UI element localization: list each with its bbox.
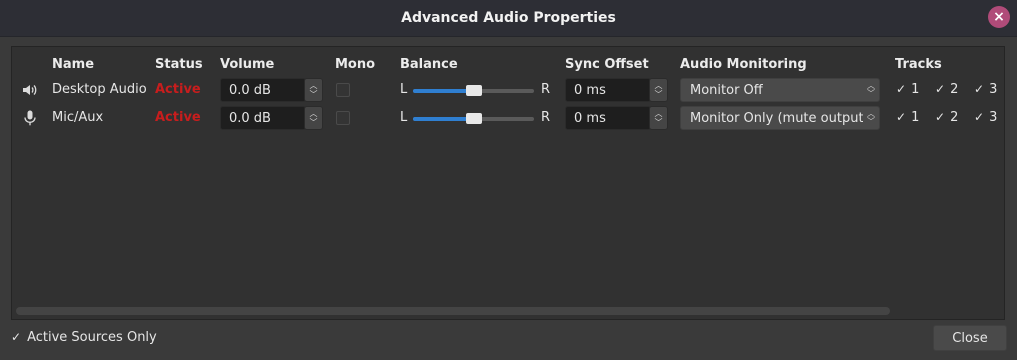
chevron-down-icon[interactable]: ﹀: [310, 90, 318, 99]
checkmark-icon: ✓: [896, 82, 907, 96]
volume-input[interactable]: 0.0 dB: [220, 78, 306, 102]
horizontal-scrollbar[interactable]: [16, 307, 890, 315]
mono-checkbox[interactable]: [336, 111, 350, 125]
chevron-down-icon[interactable]: ﹀: [655, 90, 663, 99]
checkmark-icon: ✓: [11, 330, 22, 344]
track-checkbox-1[interactable]: ✓ 1: [896, 82, 919, 97]
audio-monitoring-select[interactable]: Monitor Off ︿ ﹀: [680, 78, 880, 102]
speaker-icon: [23, 85, 37, 95]
sync-offset-value: 0 ms: [574, 82, 606, 98]
updown-chevron-icon: ︿ ﹀: [867, 81, 875, 98]
track-label: 1: [911, 82, 920, 97]
title-bar: Advanced Audio Properties ×: [0, 0, 1017, 37]
active-sources-only-checkbox[interactable]: ✓ Active Sources Only: [11, 330, 157, 345]
chevron-down-icon[interactable]: ﹀: [655, 118, 663, 127]
balance-slider-fill: [413, 89, 474, 93]
source-name: Desktop Audio: [52, 82, 147, 97]
balance-left-label: L: [400, 82, 408, 97]
chevron-down-icon[interactable]: ﹀: [310, 118, 318, 127]
balance-slider-handle[interactable]: [465, 85, 482, 96]
window-title: Advanced Audio Properties: [401, 10, 616, 26]
track-checkbox-3[interactable]: ✓ 3: [974, 110, 997, 125]
track-checkbox-2[interactable]: ✓ 2: [935, 110, 958, 125]
header-sync-offset: Sync Offset: [565, 57, 649, 72]
header-mono: Mono: [335, 57, 376, 72]
header-volume: Volume: [220, 57, 275, 72]
active-sources-only-label: Active Sources Only: [27, 330, 157, 345]
track-checkbox-1[interactable]: ✓ 1: [896, 110, 919, 125]
microphone-icon: [24, 110, 36, 126]
volume-value: 0.0 dB: [229, 82, 271, 98]
source-row-desktop-audio: Desktop Audio Active 0.0 dB ︿ ﹀ L R 0 ms…: [12, 77, 1002, 103]
chevron-up-icon[interactable]: ︿: [310, 81, 318, 90]
header-name: Name: [52, 57, 95, 72]
volume-input[interactable]: 0.0 dB: [220, 106, 306, 130]
balance-left-label: L: [400, 110, 408, 125]
checkmark-icon: ✓: [896, 110, 907, 124]
header-tracks: Tracks: [895, 57, 942, 72]
sync-offset-stepper[interactable]: ︿ ﹀: [649, 106, 668, 130]
track-label: 1: [911, 110, 920, 125]
track-label: 2: [950, 110, 959, 125]
checkmark-icon: ✓: [935, 82, 946, 96]
close-button[interactable]: Close: [933, 325, 1007, 351]
sync-offset-input[interactable]: 0 ms: [565, 106, 651, 130]
audio-monitoring-select[interactable]: Monitor Only (mute output) ︿ ﹀: [680, 106, 880, 130]
checkmark-icon: ✓: [935, 110, 946, 124]
sync-offset-stepper[interactable]: ︿ ﹀: [649, 78, 668, 102]
balance-slider-fill: [413, 117, 474, 121]
chevron-up-icon[interactable]: ︿: [310, 109, 318, 118]
checkmark-icon: ✓: [974, 110, 985, 124]
balance-right-label: R: [541, 110, 551, 125]
audio-monitoring-value: Monitor Off: [690, 82, 763, 98]
status-badge: Active: [155, 110, 201, 125]
status-badge: Active: [155, 82, 201, 97]
volume-value: 0.0 dB: [229, 110, 271, 126]
volume-stepper[interactable]: ︿ ﹀: [304, 78, 323, 102]
balance-right-label: R: [541, 82, 551, 97]
balance-slider[interactable]: [413, 85, 534, 96]
updown-chevron-icon: ︿ ﹀: [867, 109, 875, 126]
track-checkbox-2[interactable]: ✓ 2: [935, 82, 958, 97]
chevron-up-icon[interactable]: ︿: [655, 81, 663, 90]
track-label: 2: [950, 82, 959, 97]
source-name: Mic/Aux: [52, 110, 104, 125]
chevron-up-icon[interactable]: ︿: [655, 109, 663, 118]
balance-slider[interactable]: [413, 113, 534, 124]
balance-slider-handle[interactable]: [465, 113, 482, 124]
header-balance: Balance: [400, 57, 458, 72]
track-checkbox-3[interactable]: ✓ 3: [974, 82, 997, 97]
checkmark-icon: ✓: [974, 82, 985, 96]
sources-panel: Name Status Volume Mono Balance Sync Off…: [11, 46, 1005, 320]
sync-offset-value: 0 ms: [574, 110, 606, 126]
track-label: 3: [989, 82, 998, 97]
volume-stepper[interactable]: ︿ ﹀: [304, 106, 323, 130]
header-status: Status: [155, 57, 203, 72]
mono-checkbox[interactable]: [336, 83, 350, 97]
audio-monitoring-value: Monitor Only (mute output): [690, 110, 863, 126]
source-row-mic-aux: Mic/Aux Active 0.0 dB ︿ ﹀ L R 0 ms ︿ ﹀ M…: [12, 105, 1002, 131]
header-audio-monitoring: Audio Monitoring: [680, 57, 807, 72]
window-close-icon[interactable]: ×: [988, 6, 1010, 28]
sync-offset-input[interactable]: 0 ms: [565, 78, 651, 102]
track-label: 3: [989, 110, 998, 125]
